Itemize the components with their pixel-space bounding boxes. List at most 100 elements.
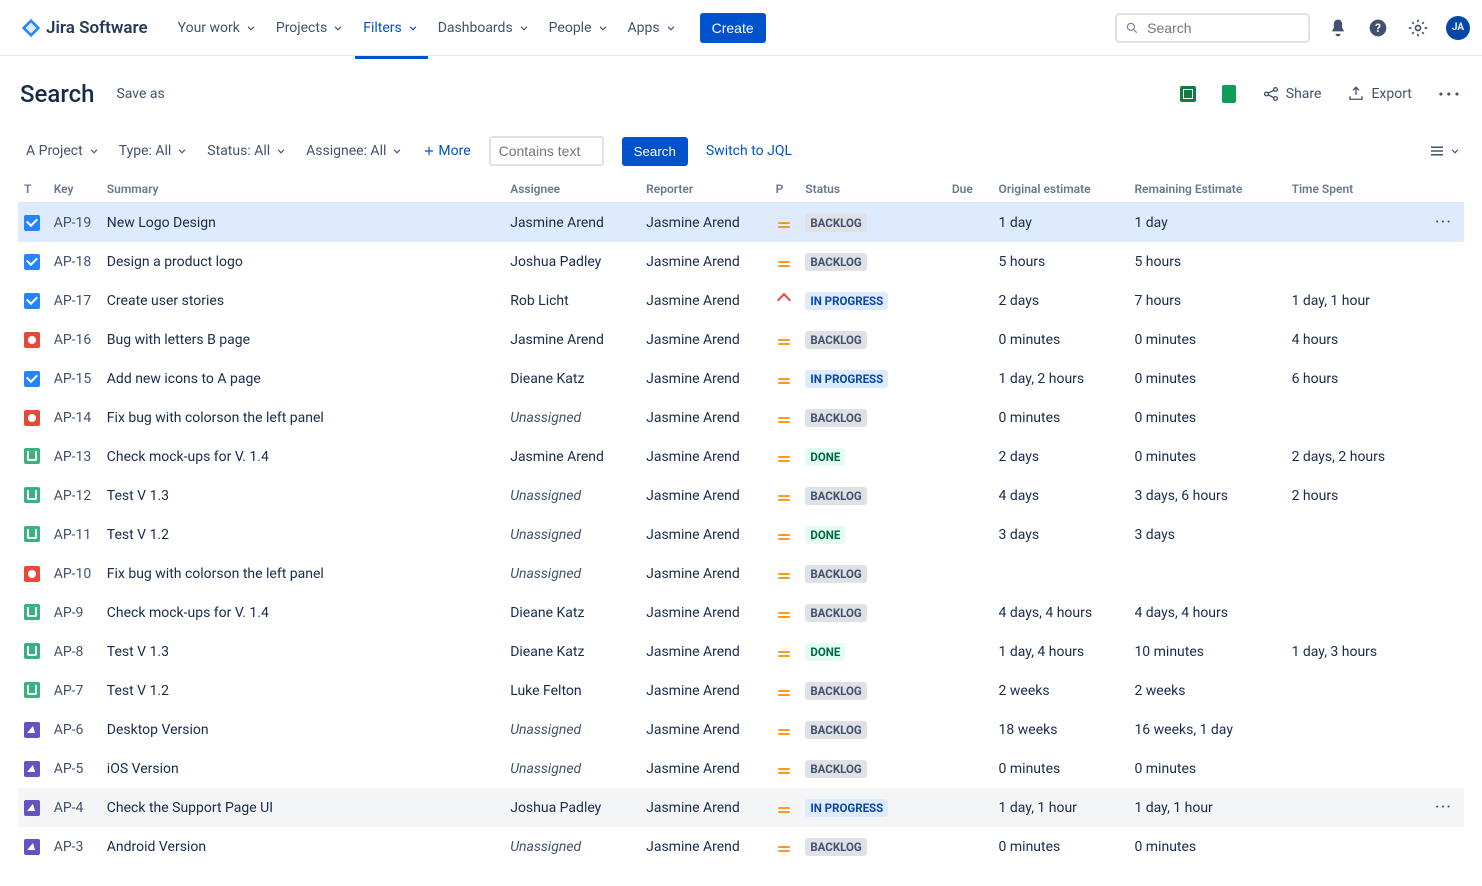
cell-summary: iOS Version bbox=[101, 749, 504, 788]
issue-key-link[interactable]: AP-11 bbox=[54, 527, 92, 543]
col-assignee[interactable]: Assignee bbox=[504, 176, 640, 203]
table-row[interactable]: AP-11Test V 1.2UnassignedJasmine ArendDO… bbox=[18, 515, 1464, 554]
issue-key-link[interactable]: AP-18 bbox=[54, 254, 92, 270]
row-more-actions[interactable]: ··· bbox=[1435, 212, 1452, 233]
save-as-link[interactable]: Save as bbox=[116, 86, 164, 102]
col-time-spent[interactable]: Time Spent bbox=[1286, 176, 1422, 203]
table-row[interactable]: AP-18Design a product logoJoshua PadleyJ… bbox=[18, 242, 1464, 281]
export-excel-button[interactable] bbox=[1180, 86, 1196, 102]
table-row[interactable]: AP-4Check the Support Page UIJoshua Padl… bbox=[18, 788, 1464, 827]
issue-key-link[interactable]: AP-14 bbox=[54, 410, 92, 426]
create-button[interactable]: Create bbox=[700, 13, 766, 43]
issue-key-link[interactable]: AP-3 bbox=[54, 839, 84, 855]
switch-to-jql-link[interactable]: Switch to JQL bbox=[706, 143, 792, 159]
col-status[interactable]: Status bbox=[799, 176, 946, 203]
global-search[interactable] bbox=[1115, 13, 1310, 43]
nav-item-projects[interactable]: Projects bbox=[268, 14, 353, 42]
issue-key-link[interactable]: AP-9 bbox=[54, 605, 84, 621]
issue-type-icon bbox=[24, 487, 40, 503]
issue-summary-link[interactable]: Test V 1.2 bbox=[107, 683, 169, 699]
issue-key-link[interactable]: AP-15 bbox=[54, 371, 92, 387]
nav-item-people[interactable]: People bbox=[541, 14, 618, 42]
share-button[interactable]: Share bbox=[1262, 85, 1322, 103]
col-reporter[interactable]: Reporter bbox=[640, 176, 770, 203]
issue-key-link[interactable]: AP-19 bbox=[54, 215, 92, 231]
filter-status[interactable]: Status: All bbox=[207, 143, 288, 159]
cell-due bbox=[946, 788, 993, 827]
issue-summary-link[interactable]: Create user stories bbox=[107, 293, 224, 309]
issue-summary-link[interactable]: Test V 1.3 bbox=[107, 644, 169, 660]
issue-key-link[interactable]: AP-10 bbox=[54, 566, 92, 582]
status-lozenge: BACKLOG bbox=[805, 253, 866, 271]
issue-key-link[interactable]: AP-5 bbox=[54, 761, 84, 777]
more-actions-button[interactable]: ··· bbox=[1438, 82, 1462, 106]
col-due[interactable]: Due bbox=[946, 176, 993, 203]
issue-summary-link[interactable]: Check the Support Page UI bbox=[107, 800, 273, 816]
view-switcher[interactable] bbox=[1428, 142, 1462, 160]
issue-summary-link[interactable]: Test V 1.2 bbox=[107, 527, 169, 543]
export-button[interactable]: Export bbox=[1347, 85, 1411, 103]
table-row[interactable]: AP-12Test V 1.3UnassignedJasmine ArendBA… bbox=[18, 476, 1464, 515]
table-row[interactable]: AP-3Android VersionUnassignedJasmine Are… bbox=[18, 827, 1464, 866]
filter-type[interactable]: Type: All bbox=[119, 143, 190, 159]
col-type[interactable]: T bbox=[18, 176, 48, 203]
cell-reporter: Jasmine Arend bbox=[640, 203, 770, 243]
issue-summary-link[interactable]: Design a product logo bbox=[107, 254, 243, 270]
table-row[interactable]: AP-13Check mock-ups for V. 1.4Jasmine Ar… bbox=[18, 437, 1464, 476]
col-remaining-estimate[interactable]: Remaining Estimate bbox=[1128, 176, 1285, 203]
notifications-icon[interactable] bbox=[1326, 16, 1350, 40]
table-row[interactable]: AP-9Check mock-ups for V. 1.4Dieane Katz… bbox=[18, 593, 1464, 632]
issue-summary-link[interactable]: Desktop Version bbox=[107, 722, 209, 738]
export-sheets-button[interactable] bbox=[1222, 85, 1236, 103]
issue-key-link[interactable]: AP-13 bbox=[54, 449, 92, 465]
issue-key-link[interactable]: AP-6 bbox=[54, 722, 84, 738]
issue-key-link[interactable]: AP-7 bbox=[54, 683, 84, 699]
table-row[interactable]: AP-16Bug with letters B pageJasmine Aren… bbox=[18, 320, 1464, 359]
table-row[interactable]: AP-19New Logo DesignJasmine ArendJasmine… bbox=[18, 203, 1464, 243]
nav-item-apps[interactable]: Apps bbox=[620, 14, 686, 42]
filter-more[interactable]: More bbox=[422, 143, 470, 159]
settings-icon[interactable] bbox=[1406, 16, 1430, 40]
issue-summary-link[interactable]: New Logo Design bbox=[107, 215, 216, 231]
issue-summary-link[interactable]: Fix bug with colorson the left panel bbox=[107, 410, 324, 426]
help-icon[interactable]: ? bbox=[1366, 16, 1390, 40]
cell-original-estimate: 2 days bbox=[993, 281, 1129, 320]
table-row[interactable]: AP-17Create user storiesRob LichtJasmine… bbox=[18, 281, 1464, 320]
row-more-actions[interactable]: ··· bbox=[1435, 797, 1452, 818]
col-key[interactable]: Key bbox=[48, 176, 101, 203]
user-avatar[interactable]: JA bbox=[1446, 16, 1470, 40]
table-row[interactable]: AP-15Add new icons to A pageDieane KatzJ… bbox=[18, 359, 1464, 398]
filter-assignee[interactable]: Assignee: All bbox=[306, 143, 404, 159]
issue-key-link[interactable]: AP-8 bbox=[54, 644, 84, 660]
issue-key-link[interactable]: AP-12 bbox=[54, 488, 92, 504]
col-original-estimate[interactable]: Original estimate bbox=[993, 176, 1129, 203]
product-logo[interactable]: Jira Software bbox=[20, 17, 148, 39]
table-row[interactable]: AP-14 Fix bug with colorson the left pane… bbox=[18, 398, 1464, 437]
nav-item-filters[interactable]: Filters bbox=[355, 14, 428, 42]
nav-item-dashboards[interactable]: Dashboards bbox=[430, 14, 539, 42]
issue-summary-link[interactable]: Android Version bbox=[107, 839, 206, 855]
issue-summary-link[interactable]: Check mock-ups for V. 1.4 bbox=[107, 449, 269, 465]
global-search-input[interactable] bbox=[1145, 19, 1300, 37]
issue-summary-link[interactable]: Fix bug with colorson the left panel bbox=[107, 566, 324, 582]
contains-text-input[interactable] bbox=[489, 136, 604, 166]
nav-item-your-work[interactable]: Your work bbox=[170, 14, 266, 42]
cell-summary: Check mock-ups for V. 1.4 bbox=[101, 437, 504, 476]
issue-key-link[interactable]: AP-4 bbox=[54, 800, 84, 816]
col-priority[interactable]: P bbox=[770, 176, 800, 203]
issue-summary-link[interactable]: Check mock-ups for V. 1.4 bbox=[107, 605, 269, 621]
issue-key-link[interactable]: AP-17 bbox=[54, 293, 92, 309]
issue-summary-link[interactable]: iOS Version bbox=[107, 761, 179, 777]
table-row[interactable]: AP-5iOS VersionUnassignedJasmine ArendBA… bbox=[18, 749, 1464, 788]
table-row[interactable]: AP-6Desktop VersionUnassignedJasmine Are… bbox=[18, 710, 1464, 749]
table-row[interactable]: AP-10 Fix bug with colorson the left pane… bbox=[18, 554, 1464, 593]
issue-summary-link[interactable]: Bug with letters B page bbox=[107, 332, 250, 348]
filter-project[interactable]: A Project bbox=[26, 143, 101, 159]
col-summary[interactable]: Summary bbox=[101, 176, 504, 203]
table-row[interactable]: AP-7Test V 1.2Luke FeltonJasmine ArendBA… bbox=[18, 671, 1464, 710]
search-button[interactable]: Search bbox=[622, 137, 688, 166]
table-row[interactable]: AP-8Test V 1.3Dieane KatzJasmine ArendDO… bbox=[18, 632, 1464, 671]
issue-key-link[interactable]: AP-16 bbox=[54, 332, 92, 348]
issue-summary-link[interactable]: Test V 1.3 bbox=[107, 488, 169, 504]
issue-summary-link[interactable]: Add new icons to A page bbox=[107, 371, 261, 387]
